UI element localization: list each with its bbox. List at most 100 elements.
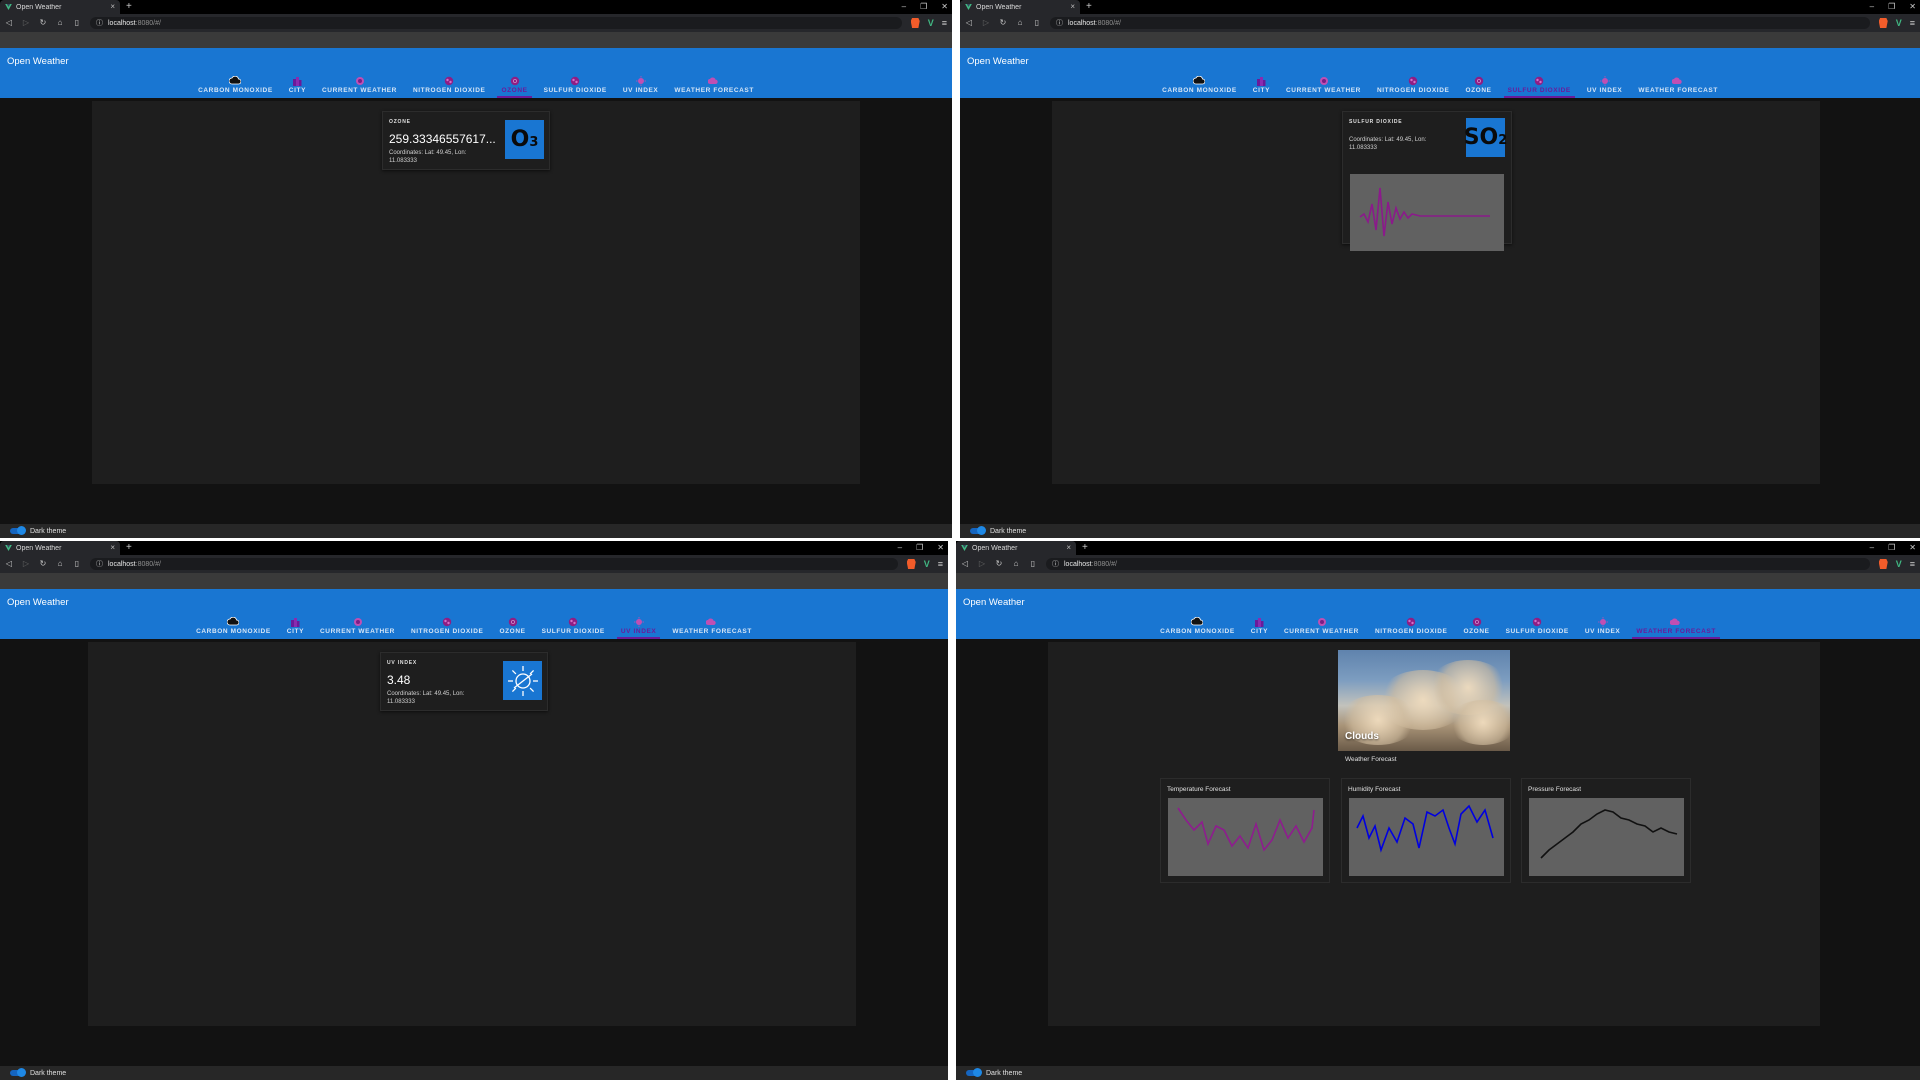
nav-tab-carbon-monoxide[interactable]: CARBON MONOXIDE [190,75,281,98]
nav-tab-ozone[interactable]: O OZONE [1455,616,1497,639]
nav-tab-city[interactable]: CITY [281,75,314,98]
nav-tab-uv-index[interactable]: UV INDEX [1577,616,1629,639]
close-tab-icon[interactable]: × [1066,544,1071,552]
back-icon[interactable]: ◁ [961,560,969,568]
nav-tab-sulfur-dioxide[interactable]: SULFUR DIOXIDE [1498,616,1577,639]
forward-icon[interactable]: ▷ [22,560,30,568]
nav-tab-current-weather[interactable]: CURRENT WEATHER [314,75,405,98]
nav-tab-ozone[interactable]: O OZONE [493,75,535,98]
site-info-icon[interactable]: ⓘ [96,18,103,28]
close-tab-icon[interactable]: × [1070,3,1075,11]
nav-tab-uv-index[interactable]: UV INDEX [613,616,665,639]
nav-tab-city[interactable]: CITY [1245,75,1278,98]
home-icon[interactable]: ⌂ [56,560,64,568]
forward-icon[interactable]: ▷ [982,19,990,27]
nav-tab-current-weather[interactable]: CURRENT WEATHER [1276,616,1367,639]
dark-theme-toggle[interactable] [10,526,26,535]
nav-tab-city[interactable]: CITY [1243,616,1276,639]
brave-shield-icon[interactable] [1878,18,1888,28]
nav-tab-weather-forecast[interactable]: WEATHER FORECAST [1628,616,1724,639]
brave-shield-icon[interactable] [906,559,916,569]
nav-tab-sulfur-dioxide[interactable]: SULFUR DIOXIDE [534,616,613,639]
site-info-icon[interactable]: ⓘ [96,559,103,569]
bookmark-icon[interactable]: ▯ [1033,19,1041,27]
dark-theme-toggle[interactable] [970,526,986,535]
vue-devtools-icon[interactable]: V [924,559,930,569]
close-tab-icon[interactable]: × [110,3,115,11]
nav-tab-ozone[interactable]: O OZONE [1457,75,1499,98]
nav-tab-nitrogen-dioxide[interactable]: NITROGEN DIOXIDE [403,616,491,639]
vue-devtools-icon[interactable]: V [1896,559,1902,569]
url-field[interactable]: ⓘ localhost :8080/#/ [1050,17,1870,29]
new-tab-button[interactable]: + [1082,543,1088,553]
new-tab-button[interactable]: + [126,543,132,553]
restore-icon[interactable]: ❐ [1888,544,1895,552]
minimize-icon[interactable]: – [1870,544,1874,552]
forward-icon[interactable]: ▷ [978,560,986,568]
bookmark-icon[interactable]: ▯ [73,19,81,27]
nav-tab-uv-index[interactable]: UV INDEX [615,75,667,98]
browser-menu-icon[interactable]: ≡ [1910,559,1915,569]
restore-icon[interactable]: ❐ [916,544,923,552]
back-icon[interactable]: ◁ [5,19,13,27]
minimize-icon[interactable]: – [1870,3,1874,11]
nav-tab-weather-forecast[interactable]: WEATHER FORECAST [666,75,762,98]
url-field[interactable]: ⓘ localhost :8080/#/ [1046,558,1870,570]
site-info-icon[interactable]: ⓘ [1052,559,1059,569]
minimize-icon[interactable]: – [898,544,902,552]
url-field[interactable]: ⓘ localhost :8080/#/ [90,558,898,570]
back-icon[interactable]: ◁ [5,560,13,568]
home-icon[interactable]: ⌂ [1016,19,1024,27]
url-field[interactable]: ⓘ localhost :8080/#/ [90,17,902,29]
new-tab-button[interactable]: + [126,2,132,12]
nav-tab-ozone[interactable]: O OZONE [491,616,533,639]
brave-shield-icon[interactable] [1878,559,1888,569]
close-window-icon[interactable]: ✕ [941,3,948,11]
nav-tab-weather-forecast[interactable]: WEATHER FORECAST [664,616,760,639]
browser-menu-icon[interactable]: ≡ [1910,18,1915,28]
home-icon[interactable]: ⌂ [56,19,64,27]
restore-icon[interactable]: ❐ [920,3,927,11]
forward-icon[interactable]: ▷ [22,19,30,27]
nav-tab-current-weather[interactable]: CURRENT WEATHER [1278,75,1369,98]
nav-tab-sulfur-dioxide[interactable]: SULFUR DIOXIDE [536,75,615,98]
nav-tab-current-weather[interactable]: CURRENT WEATHER [312,616,403,639]
brave-shield-icon[interactable] [910,18,920,28]
back-icon[interactable]: ◁ [965,19,973,27]
dark-theme-toggle[interactable] [966,1068,982,1077]
nav-tab-weather-forecast[interactable]: WEATHER FORECAST [1630,75,1726,98]
dark-theme-toggle[interactable] [10,1068,26,1077]
nav-tab-sulfur-dioxide[interactable]: SULFUR DIOXIDE [1500,75,1579,98]
close-tab-icon[interactable]: × [110,544,115,552]
nav-tab-nitrogen-dioxide[interactable]: NITROGEN DIOXIDE [1369,75,1457,98]
browser-tab[interactable]: Open Weather × [960,0,1080,14]
new-tab-button[interactable]: + [1086,2,1092,12]
nav-tab-carbon-monoxide[interactable]: CARBON MONOXIDE [1152,616,1243,639]
nav-tab-carbon-monoxide[interactable]: CARBON MONOXIDE [188,616,279,639]
close-window-icon[interactable]: ✕ [1909,3,1916,11]
close-window-icon[interactable]: ✕ [1909,544,1916,552]
close-window-icon[interactable]: ✕ [937,544,944,552]
nav-tab-city[interactable]: CITY [279,616,312,639]
site-info-icon[interactable]: ⓘ [1056,18,1063,28]
reload-icon[interactable]: ↻ [995,560,1003,568]
reload-icon[interactable]: ↻ [999,19,1007,27]
restore-icon[interactable]: ❐ [1888,3,1895,11]
vue-devtools-icon[interactable]: V [1896,18,1902,28]
reload-icon[interactable]: ↻ [39,19,47,27]
home-icon[interactable]: ⌂ [1012,560,1020,568]
nav-tab-nitrogen-dioxide[interactable]: NITROGEN DIOXIDE [1367,616,1455,639]
browser-menu-icon[interactable]: ≡ [942,18,947,28]
nav-tab-carbon-monoxide[interactable]: CARBON MONOXIDE [1154,75,1245,98]
bookmark-icon[interactable]: ▯ [1029,560,1037,568]
minimize-icon[interactable]: – [902,3,906,11]
browser-menu-icon[interactable]: ≡ [938,559,943,569]
nav-tab-nitrogen-dioxide[interactable]: NITROGEN DIOXIDE [405,75,493,98]
reload-icon[interactable]: ↻ [39,560,47,568]
browser-tab[interactable]: Open Weather × [0,0,120,14]
browser-tab[interactable]: Open Weather × [0,541,120,555]
browser-tab[interactable]: Open Weather × [956,541,1076,555]
bookmark-icon[interactable]: ▯ [73,560,81,568]
vue-devtools-icon[interactable]: V [928,18,934,28]
nav-tab-uv-index[interactable]: UV INDEX [1579,75,1631,98]
